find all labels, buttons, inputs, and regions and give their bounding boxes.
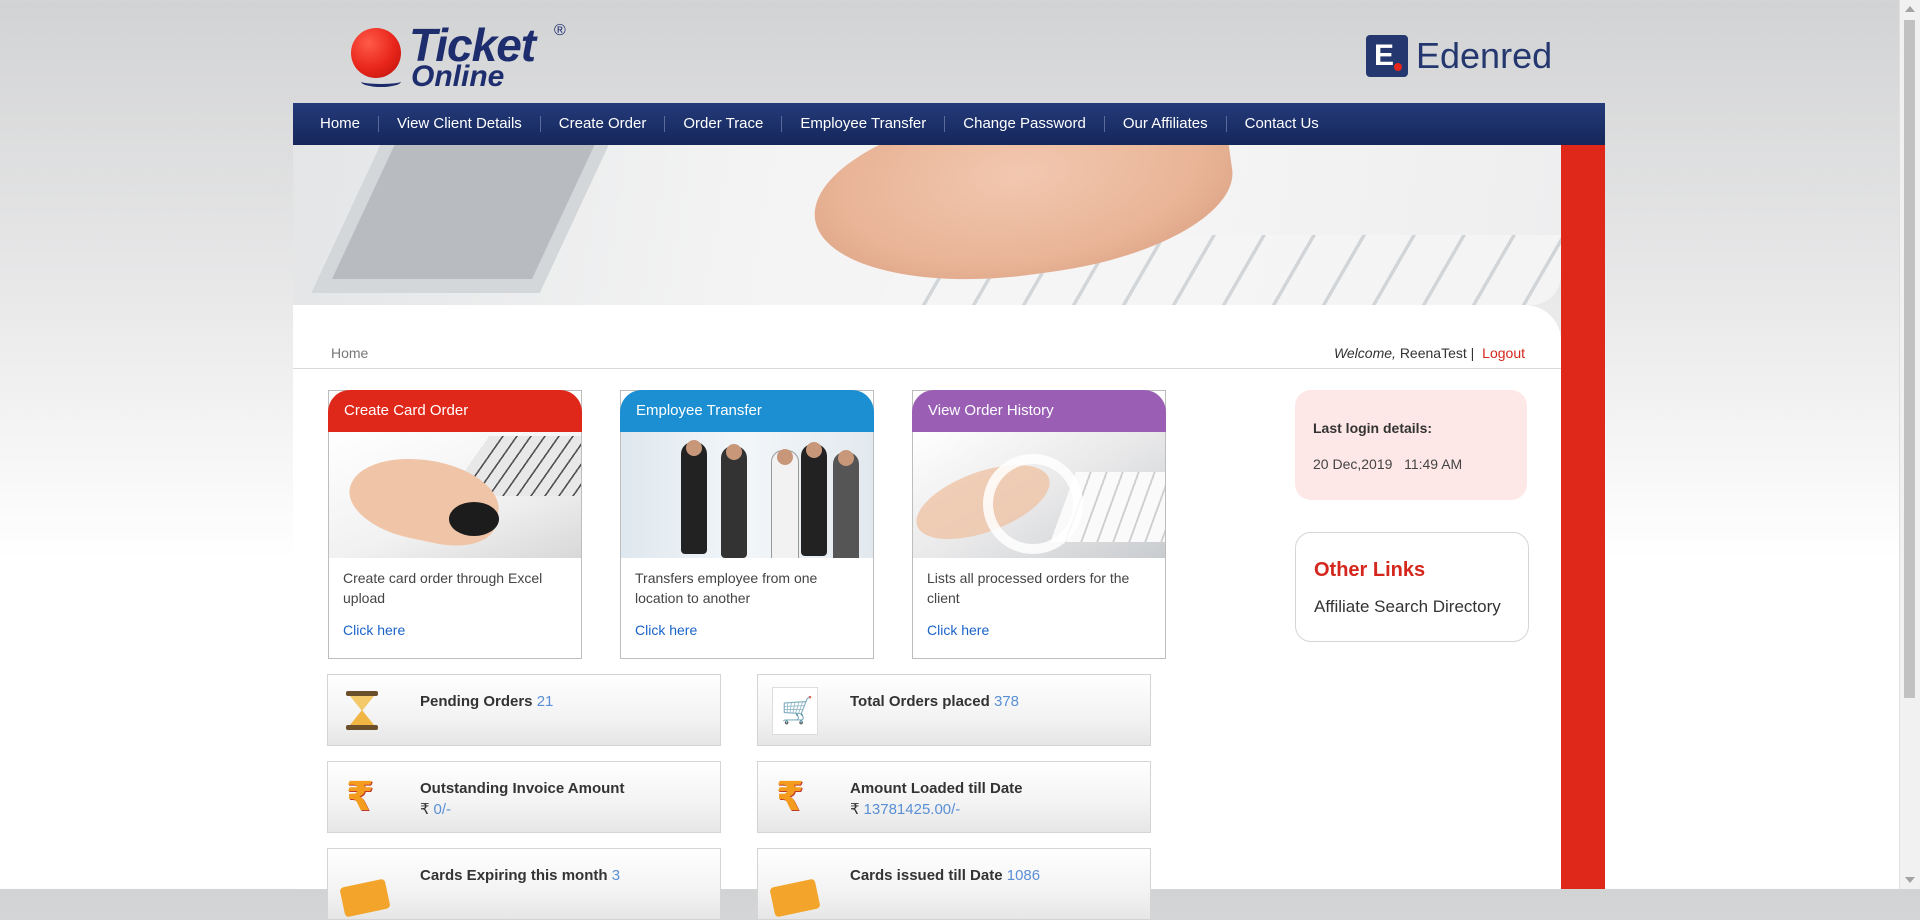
nav-order-trace[interactable]: Order Trace — [665, 116, 783, 132]
edenred-wordmark: Edenred — [1416, 35, 1553, 76]
employee-transfer-link[interactable]: Click here — [635, 622, 697, 638]
stat-cards-expiring[interactable]: Cards Expiring this month 3 — [327, 848, 721, 920]
cart-icon: 🛒 — [772, 687, 818, 735]
vertical-scrollbar[interactable] — [1899, 0, 1920, 889]
stat-label: Total Orders placed 378 — [850, 693, 1019, 710]
scroll-up-icon[interactable] — [1905, 6, 1915, 12]
nav-contact-us[interactable]: Contact Us — [1227, 116, 1337, 132]
stat-value: 378 — [993, 693, 1019, 710]
other-links-box: Other Links Affiliate Search Directory — [1295, 532, 1529, 642]
stat-label: Cards issued till Date 1086 — [850, 867, 1041, 884]
stat-total-orders[interactable]: 🛒 Total Orders placed 378 — [757, 674, 1151, 746]
card-description: Create card order through Excel upload — [343, 570, 543, 606]
card-order-image — [329, 432, 581, 558]
scrollbar-thumb[interactable] — [1904, 20, 1915, 698]
stat-cards-issued[interactable]: Cards issued till Date 1086 — [757, 848, 1151, 920]
banner-monitor-image — [311, 145, 623, 293]
welcome-bar: Welcome, ReenaTest | Logout — [1334, 345, 1525, 361]
hero-banner — [293, 145, 1561, 305]
nav-create-order[interactable]: Create Order — [541, 116, 666, 132]
nav-change-password[interactable]: Change Password — [945, 116, 1105, 132]
stat-value: 3 — [611, 867, 621, 884]
divider — [293, 368, 1561, 369]
stat-label: Cards Expiring this month 3 — [420, 867, 621, 884]
card-title: View Order History — [912, 390, 1166, 432]
stat-amount-loaded[interactable]: ₹ Amount Loaded till Date ₹13781425.00/- — [757, 761, 1151, 833]
last-login-box: Last login details: 20 Dec,2019 11:49 AM — [1295, 390, 1527, 500]
card-description: Lists all processed orders for the clien… — [927, 570, 1130, 606]
logo-swoosh-icon — [361, 76, 401, 87]
stat-pending-orders[interactable]: Pending Orders 21 — [327, 674, 721, 746]
stat-amount: ₹0/- — [420, 801, 452, 818]
nav-home[interactable]: Home — [293, 116, 380, 132]
logo-registered-mark: ® — [554, 22, 566, 39]
create-card-order-link[interactable]: Click here — [343, 622, 405, 638]
stat-value: 0/- — [433, 801, 452, 818]
card-employee-transfer: Employee Transfer Transfers employee fro… — [620, 390, 874, 659]
right-red-band — [1561, 145, 1605, 889]
card-icon — [339, 863, 391, 918]
logo-ball-icon — [351, 28, 401, 78]
card-title: Create Card Order — [328, 390, 582, 432]
card-title: Employee Transfer — [620, 390, 874, 432]
logo-online-text: Online — [411, 60, 505, 93]
other-links-title: Other Links — [1314, 559, 1426, 581]
stat-label: Outstanding Invoice Amount — [420, 780, 625, 797]
welcome-username: ReenaTest — [1399, 345, 1467, 361]
stat-amount: ₹13781425.00/- — [850, 801, 961, 818]
stat-label: Pending Orders 21 — [420, 693, 554, 710]
hourglass-icon — [342, 689, 382, 733]
stat-value: 13781425.00/- — [863, 801, 961, 818]
rupee-icon: ₹ — [346, 774, 374, 820]
content-area: Home Welcome, ReenaTest | Logout Create … — [293, 305, 1561, 920]
last-login-value: 20 Dec,2019 11:49 AM — [1313, 456, 1463, 472]
card-description: Transfers employee from one location to … — [635, 570, 818, 606]
edenred-logo: E Edenred — [1366, 34, 1552, 78]
logout-link[interactable]: Logout — [1482, 345, 1525, 361]
main-container: Home View Client Details Create Order Or… — [293, 103, 1605, 920]
scroll-down-icon[interactable] — [1905, 877, 1915, 883]
main-nav: Home View Client Details Create Order Or… — [293, 103, 1605, 145]
view-order-history-link[interactable]: Click here — [927, 622, 989, 638]
breadcrumb: Home — [331, 345, 369, 361]
card-view-order-history: View Order History Lists all processed o… — [912, 390, 1166, 659]
stat-value: 21 — [536, 693, 554, 710]
card-transfer-image — [621, 432, 873, 558]
affiliate-search-directory-link[interactable]: Affiliate Search Directory — [1314, 597, 1501, 617]
nav-our-affiliates[interactable]: Our Affiliates — [1105, 116, 1227, 132]
card-icon — [769, 863, 821, 918]
stat-value: 1086 — [1006, 867, 1041, 884]
card-create-card-order: Create Card Order Create card order thro… — [328, 390, 582, 659]
nav-employee-transfer[interactable]: Employee Transfer — [782, 116, 946, 132]
welcome-prefix: Welcome, — [1333, 345, 1396, 361]
nav-view-client-details[interactable]: View Client Details — [379, 116, 541, 132]
edenred-mark-icon: E — [1366, 35, 1408, 77]
welcome-separator: | — [1470, 345, 1475, 361]
ticket-online-logo[interactable]: Ticket ® Online — [349, 18, 571, 93]
card-history-image — [913, 432, 1165, 558]
last-login-label: Last login details: — [1313, 420, 1433, 436]
stat-label: Amount Loaded till Date — [850, 780, 1023, 797]
stat-outstanding-invoice[interactable]: ₹ Outstanding Invoice Amount ₹0/- — [327, 761, 721, 833]
rupee-icon: ₹ — [776, 774, 804, 820]
